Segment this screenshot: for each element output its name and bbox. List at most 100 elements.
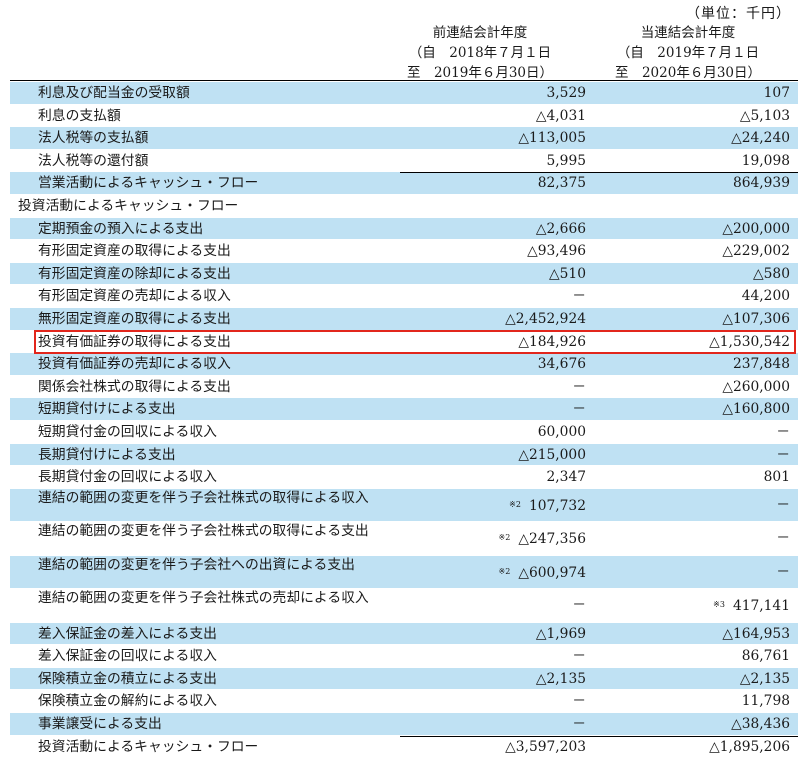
- table-row: 投資有価証券の取得による支出 △184,926 △1,530,542: [10, 331, 798, 354]
- prev-value-cell: 3,529: [547, 82, 587, 105]
- table-row: 連結の範囲の変更を伴う子会社株式の取得による支出 ※2 △247,356 －: [10, 522, 798, 556]
- prev-value: －: [572, 648, 586, 665]
- curr-value-cell: 107: [764, 82, 790, 105]
- curr-value: －: [776, 446, 790, 463]
- footnote-mark: ※2: [498, 533, 511, 543]
- row-label: 有形固定資産の売却による収入: [38, 288, 231, 305]
- table-row: 長期貸付けによる支出 △215,000 －: [10, 443, 798, 467]
- table-row: 連結の範囲の変更を伴う子会社株式の取得による収入 ※2 107,732 －: [10, 488, 798, 523]
- prev-period-header: 前連結会計年度 （自 2018年７月１日 至 2019年６月30日）: [380, 23, 580, 83]
- curr-value: －: [776, 496, 790, 513]
- prev-value: △247,356: [518, 531, 586, 548]
- unit-label: （単位：千円）: [686, 6, 791, 22]
- prev-value-cell: △1,969: [536, 623, 586, 646]
- prev-value-cell: △113,005: [518, 127, 586, 150]
- prev-value: △93,496: [527, 243, 586, 260]
- prev-value: 107,732: [528, 497, 586, 514]
- table-row: 長期貸付金の回収による収入 2,347 801: [10, 466, 798, 489]
- row-label: 短期貸付金の回収による収入: [38, 423, 217, 440]
- row-label: 定期預金の預入による支出: [38, 220, 204, 237]
- curr-value-cell: 864,939: [733, 172, 790, 195]
- table-row: 有形固定資産の取得による支出 △93,496 △229,002: [10, 240, 798, 263]
- curr-value-cell: －: [776, 421, 790, 444]
- prev-value-cell: ※2 107,732: [509, 494, 586, 517]
- curr-value: △2,135: [739, 670, 790, 687]
- table-row: 投資有価証券の売却による収入 34,676 237,848: [10, 353, 798, 376]
- table-row: 利息及び配当金の受取額 3,529 107: [10, 82, 798, 105]
- prev-value-cell: △2,666: [536, 218, 586, 241]
- prev-value-cell: 82,375: [538, 172, 586, 195]
- curr-value-cell: △229,002: [722, 240, 790, 263]
- curr-value: －: [776, 563, 790, 580]
- row-label: 連結の範囲の変更を伴う子会社株式の売却による収入: [38, 590, 369, 607]
- curr-value-cell: 801: [764, 466, 790, 489]
- table-row: 連結の範囲の変更を伴う子会社への出資による支出 ※2 △600,974 －: [10, 555, 798, 590]
- prev-value: －: [572, 693, 586, 710]
- footnote-mark: ※2: [498, 566, 511, 576]
- prev-value: △2,135: [535, 670, 586, 687]
- table-row: 差入保証金の回収による収入 － 86,761: [10, 645, 798, 668]
- row-label: 利息及び配当金の受取額: [38, 85, 190, 101]
- row-label: 差入保証金の回収による収入: [38, 648, 217, 665]
- row-label: 投資有価証券の取得による支出: [38, 333, 231, 350]
- prev-value-cell: 34,676: [538, 353, 586, 376]
- prev-value-cell: －: [572, 645, 586, 668]
- prev-value: △4,031: [535, 107, 586, 124]
- curr-value-cell: △200,000: [722, 218, 790, 241]
- row-label: 保険積立金の解約による収入: [38, 693, 217, 710]
- prev-value: 2,347: [546, 469, 587, 486]
- row-label: 有形固定資産の除却による支出: [38, 265, 231, 282]
- prev-value-cell: －: [572, 398, 586, 421]
- subtotal-row: 営業活動によるキャッシュ・フロー 82,375 864,939: [10, 172, 798, 195]
- prev-value-cell: ※2 △600,974: [499, 561, 586, 584]
- prev-value: －: [572, 401, 586, 418]
- table-row: 差入保証金の差入による支出 △1,969 △164,953: [10, 622, 798, 646]
- curr-value: △160,800: [722, 401, 790, 418]
- section-header-row: 投資活動によるキャッシュ・フロー: [10, 195, 798, 218]
- curr-value: △229,002: [722, 243, 790, 260]
- prev-value-cell: △2,452,924: [505, 308, 586, 331]
- table-row: 短期貸付けによる支出 － △160,800: [10, 398, 798, 421]
- prev-value: △1,969: [535, 625, 586, 642]
- curr-value: △164,953: [722, 625, 790, 642]
- curr-value-cell: 19,098: [742, 150, 790, 173]
- curr-value: △260,000: [722, 378, 790, 395]
- table-row: 有形固定資産の売却による収入 － 44,200: [10, 285, 798, 308]
- prev-value: －: [572, 597, 586, 614]
- prev-value-cell: ※2 △247,356: [499, 527, 586, 550]
- prev-value: △2,666: [535, 220, 586, 237]
- curr-value: △24,240: [731, 130, 790, 147]
- curr-value-cell: △2,135: [740, 668, 790, 691]
- curr-value-cell: 44,200: [742, 285, 790, 308]
- row-label: 長期貸付金の回収による収入: [38, 469, 217, 486]
- row-label: 法人税等の支払額: [38, 130, 149, 147]
- curr-value-cell: 11,798: [742, 690, 790, 713]
- prev-value: －: [572, 716, 586, 733]
- row-label: 短期貸付けによる支出: [38, 401, 176, 418]
- header-rule: [10, 80, 798, 81]
- curr-value: △1,530,542: [709, 333, 790, 350]
- row-label: 法人税等の還付額: [38, 152, 149, 169]
- table-row: 有形固定資産の除却による支出 △510 △580: [10, 262, 798, 286]
- curr-value: △200,000: [722, 220, 790, 237]
- row-label: 投資活動によるキャッシュ・フロー: [18, 197, 239, 214]
- curr-value-cell: △1,895,206: [709, 736, 790, 759]
- curr-value-cell: △580: [753, 263, 790, 286]
- table-row: 事業譲受による支出 － △38,436: [10, 713, 798, 736]
- prev-value: △113,005: [518, 130, 586, 147]
- subtotal-rule: [400, 172, 798, 174]
- curr-value: 107: [763, 85, 790, 101]
- prev-value: △2,452,924: [505, 310, 586, 327]
- prev-value-cell: △4,031: [536, 105, 586, 128]
- curr-value: △580: [753, 265, 790, 282]
- row-label: 事業譲受による支出: [38, 716, 162, 733]
- prev-value: －: [572, 288, 586, 305]
- prev-value-cell: －: [572, 594, 586, 617]
- row-label: 連結の範囲の変更を伴う子会社株式の取得による支出: [38, 523, 369, 540]
- prev-value-cell: △184,926: [518, 331, 586, 354]
- table-row: 利息の支払額 △4,031 △5,103: [10, 105, 798, 128]
- row-label: 有形固定資産の取得による支出: [38, 243, 231, 260]
- prev-value: △3,597,203: [505, 738, 586, 755]
- curr-value: 86,761: [741, 648, 790, 665]
- prev-value-cell: △3,597,203: [505, 736, 586, 759]
